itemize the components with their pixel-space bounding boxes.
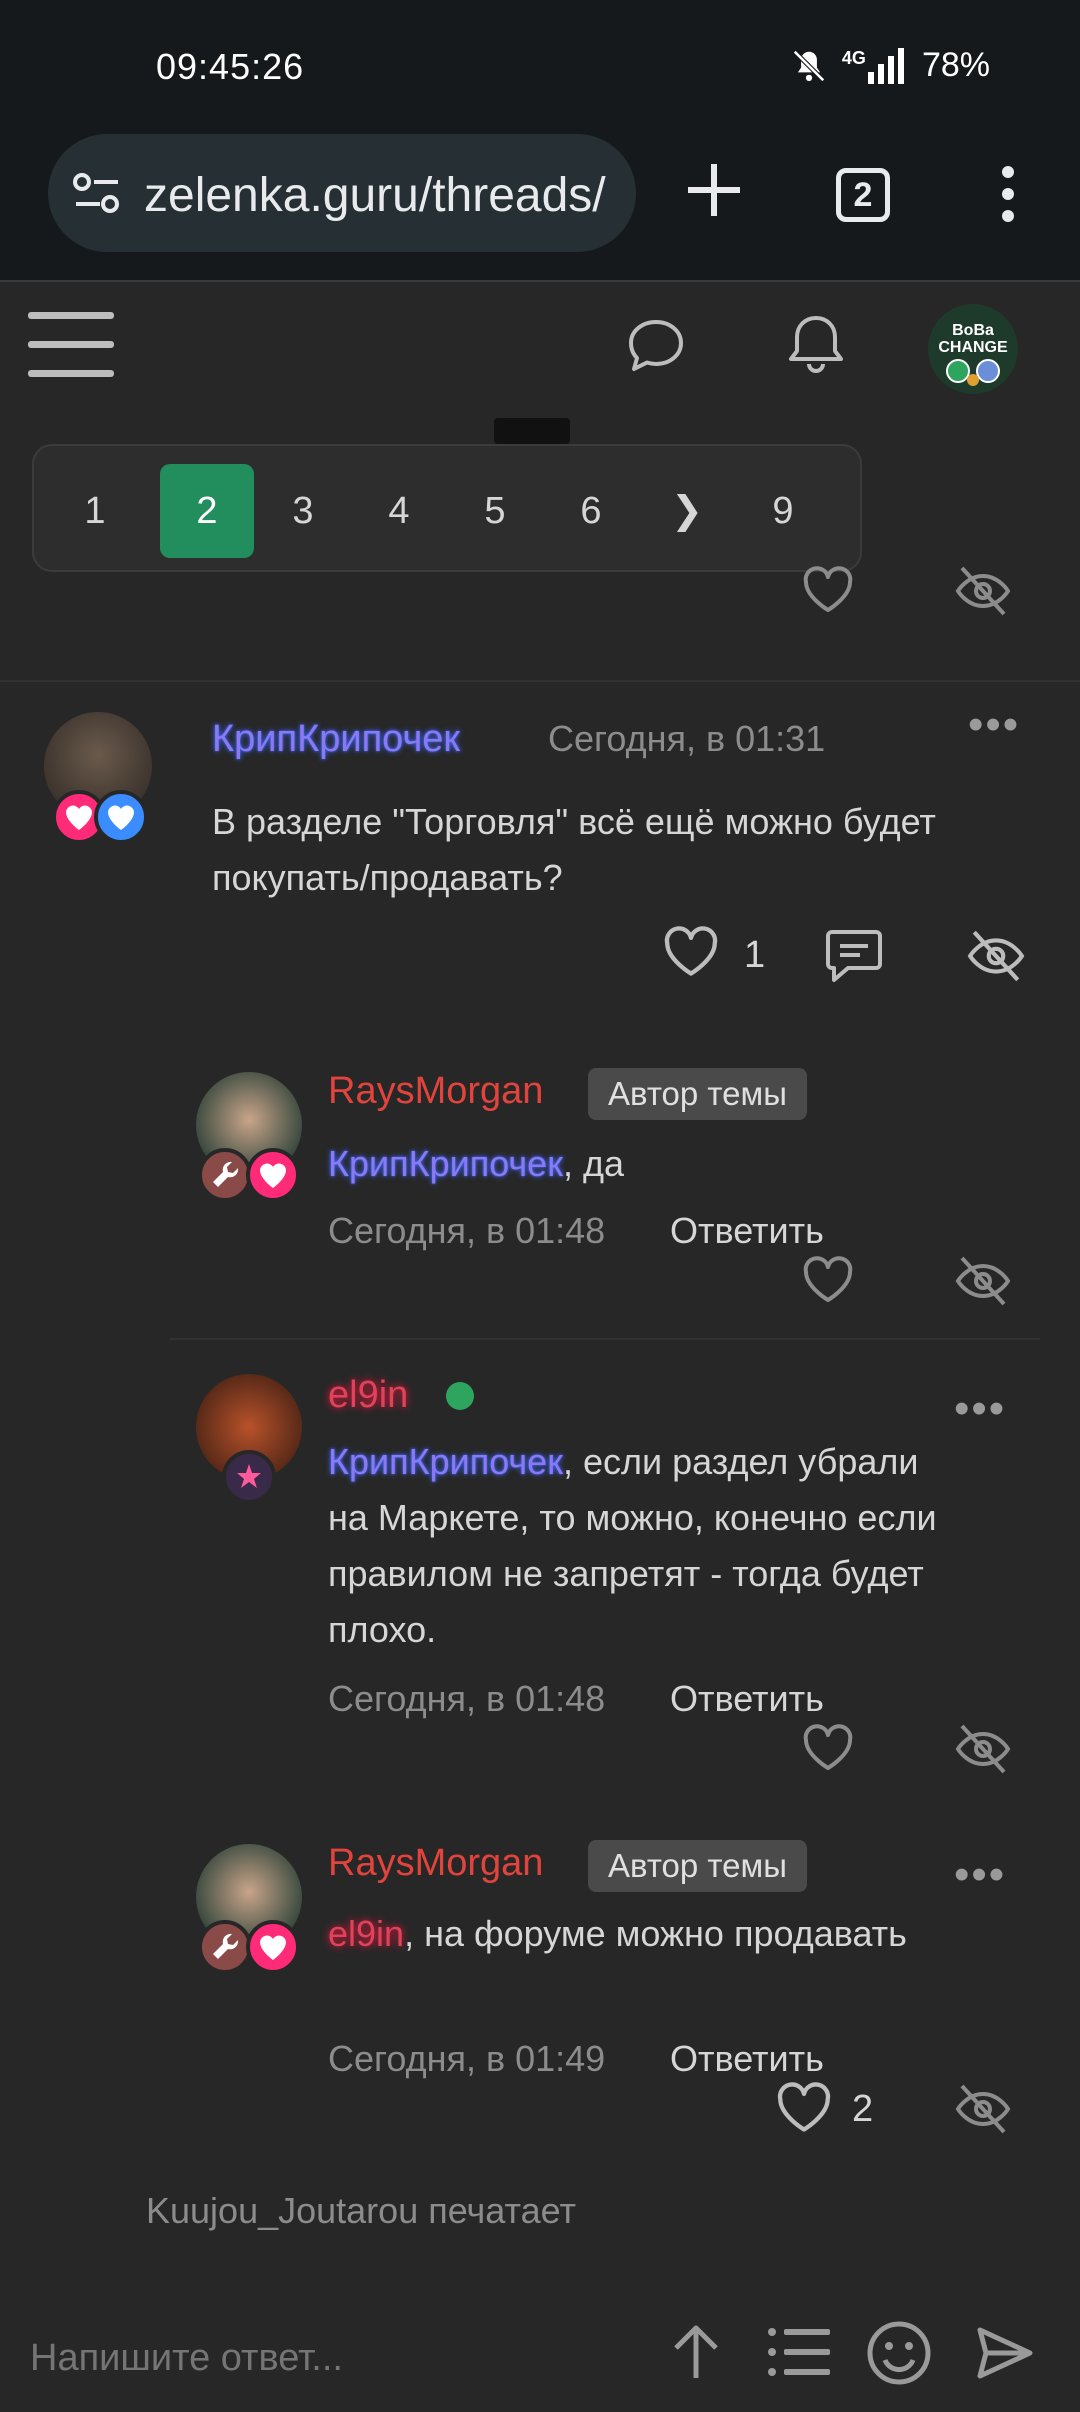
pagination: 1 2 3 4 5 6 ❯ 9 [32, 444, 862, 572]
reply-body: , на форуме можно продавать [404, 1913, 907, 1954]
site-header: BoBa CHANGE [0, 280, 1080, 400]
reply-time[interactable]: Сегодня, в 01:48 [328, 1210, 605, 1252]
like-icon[interactable] [802, 1256, 854, 1306]
reply-username[interactable]: RaysMorgan [328, 1842, 543, 1885]
url-text: zelenka.guru/threads/ [144, 169, 606, 222]
user-avatar[interactable]: BoBa CHANGE [928, 304, 1018, 394]
star-badge-icon [222, 1450, 276, 1504]
page-link[interactable]: 1 [48, 464, 142, 558]
like-icon[interactable] [776, 2082, 832, 2136]
avatar-text-1: BoBa [952, 322, 994, 339]
mute-icon [792, 49, 825, 82]
like-count: 1 [744, 934, 766, 976]
page-link-current[interactable]: 2 [160, 464, 254, 558]
reply-button[interactable]: Ответить [670, 1678, 824, 1720]
chat-icon[interactable] [626, 316, 686, 376]
online-indicator-icon [446, 1382, 474, 1410]
next-page-link[interactable]: ❯ [640, 464, 734, 558]
avatar-coins-icon [946, 359, 1000, 386]
reply-input[interactable] [30, 2328, 630, 2388]
reply-more-icon[interactable]: ••• [954, 1850, 1006, 1900]
post-username[interactable]: КрипКрипочек [212, 718, 460, 761]
hide-icon[interactable] [954, 2080, 1012, 2138]
status-icons: 4G 78% [790, 46, 990, 85]
page-link[interactable]: 4 [352, 464, 446, 558]
reply-composer [0, 2290, 1080, 2412]
wrench-badge-icon [198, 1148, 252, 1202]
hamburger-menu-icon[interactable] [28, 310, 114, 380]
network-type: 4G [841, 48, 866, 68]
post-time[interactable]: Сегодня, в 01:31 [548, 718, 825, 760]
author-tag: Автор темы [588, 1068, 807, 1120]
hide-icon[interactable] [966, 926, 1026, 986]
reply-button[interactable]: Ответить [670, 1210, 824, 1252]
heart-blue-badge-icon [94, 790, 148, 844]
reply-text: КрипКрипочек, да [328, 1136, 1048, 1192]
like-icon[interactable] [802, 566, 854, 616]
post-more-icon[interactable]: ••• [968, 700, 1020, 750]
battery-level: 78% [921, 46, 990, 84]
reply-divider [170, 1338, 1040, 1340]
page-link[interactable]: 5 [448, 464, 542, 558]
new-tab-button[interactable] [684, 160, 744, 220]
typing-indicator: Kuujou_Joutarou печатает [146, 2190, 576, 2231]
page-link[interactable]: 6 [544, 464, 638, 558]
mention-link[interactable]: el9in [328, 1913, 404, 1954]
reply-body: , да [562, 1143, 624, 1184]
page-link[interactable]: 3 [256, 464, 350, 558]
avatar-text-2: CHANGE [938, 339, 1008, 356]
reply-time[interactable]: Сегодня, в 01:48 [328, 1678, 605, 1720]
hide-icon[interactable] [954, 1252, 1012, 1310]
send-icon[interactable] [976, 2324, 1034, 2382]
site-settings-icon[interactable] [72, 170, 122, 216]
page-link[interactable]: 9 [736, 464, 830, 558]
heart-badge-icon [246, 1148, 300, 1202]
hide-icon[interactable] [954, 1720, 1012, 1778]
reply-username[interactable]: RaysMorgan [328, 1070, 543, 1113]
post-text: В разделе "Торговля" всё ещё можно будет… [212, 801, 936, 898]
post-divider [0, 680, 1080, 682]
status-time: 09:45:26 [156, 46, 305, 87]
like-icon[interactable] [802, 1724, 854, 1774]
partial-image [494, 418, 570, 444]
reply-text: КрипКрипочек, если раздел убрали на Марк… [328, 1434, 968, 1658]
mention-link[interactable]: КрипКрипочек [328, 1143, 563, 1184]
arrow-up-icon[interactable] [668, 2322, 724, 2382]
heart-badge-icon [246, 1920, 300, 1974]
reply-text: el9in, на форуме можно продавать [328, 1906, 948, 1962]
reply-username[interactable]: el9in [328, 1374, 408, 1417]
author-tag: Автор темы [588, 1840, 807, 1892]
reply-time[interactable]: Сегодня, в 01:49 [328, 2038, 605, 2080]
like-icon[interactable] [662, 926, 720, 980]
emoji-icon[interactable] [866, 2320, 932, 2386]
browser-chrome: 09:45:26 4G 78% zelenka.guru/threads/ 2 [0, 0, 1080, 280]
list-icon[interactable] [766, 2326, 830, 2378]
signal-icon [867, 47, 904, 84]
tab-switcher-button[interactable]: 2 [836, 168, 890, 222]
bell-icon[interactable] [786, 312, 846, 376]
url-bar[interactable]: zelenka.guru/threads/ [48, 134, 636, 252]
hide-icon[interactable] [954, 562, 1012, 620]
reply-more-icon[interactable]: ••• [954, 1384, 1006, 1434]
reply-button[interactable]: Ответить [670, 2038, 824, 2080]
wrench-badge-icon [198, 1920, 252, 1974]
comment-icon[interactable] [824, 926, 884, 984]
mention-link[interactable]: КрипКрипочек [328, 1441, 563, 1482]
like-count: 2 [852, 2088, 874, 2130]
browser-menu-icon[interactable] [996, 164, 1020, 224]
